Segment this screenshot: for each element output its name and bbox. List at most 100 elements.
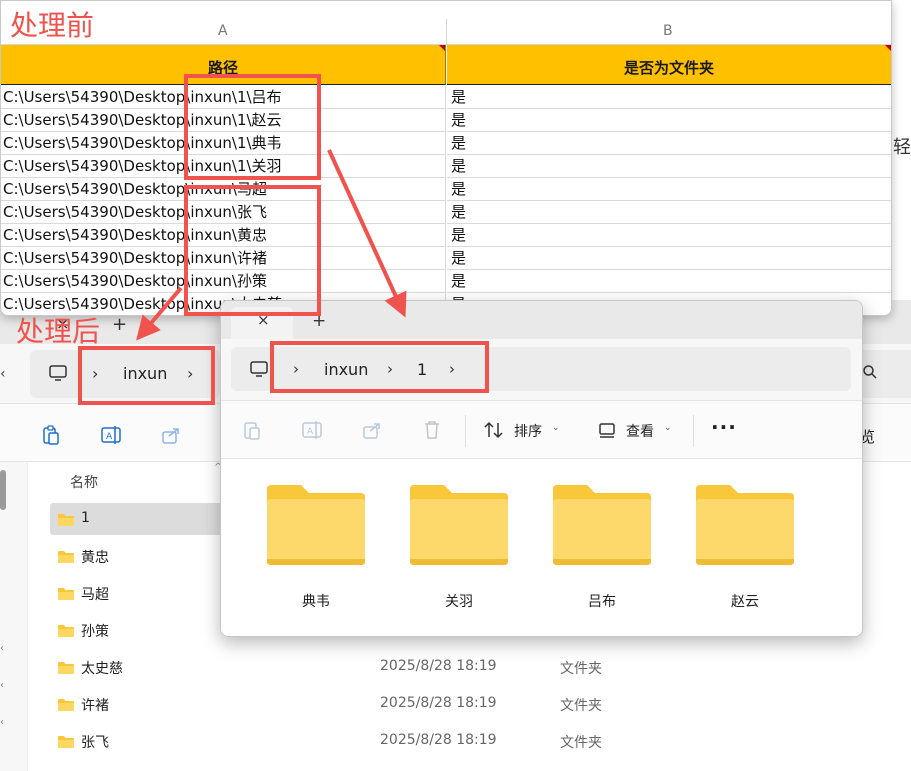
monitor-icon[interactable]: [249, 359, 269, 383]
view-button-label[interactable]: 查看: [626, 421, 654, 441]
cell-is-folder[interactable]: 是: [447, 86, 891, 109]
folder-icon: [57, 512, 75, 531]
delete-icon[interactable]: [421, 419, 443, 445]
bg-file-name: 黄忠: [81, 550, 109, 566]
folder-tile[interactable]: 典韦: [261, 459, 371, 610]
before-label: 处理前: [10, 9, 95, 42]
cell-is-folder[interactable]: 是: [447, 201, 891, 224]
folder-icon: [57, 549, 75, 568]
folder-name: 吕布: [588, 594, 616, 610]
folder-name: 典韦: [302, 594, 330, 610]
cell-path[interactable]: C:\Users\54390\Desktop\inxun\1\吕布: [1, 86, 446, 109]
view-icon[interactable]: [596, 419, 618, 445]
folder-tile[interactable]: 吕布: [547, 459, 657, 610]
front-explorer-window: × + › inxun › 1 › A 排序 ⌄ 查看 ⌄ ··· 典韦 关羽 …: [220, 300, 863, 637]
copy-icon[interactable]: [241, 419, 263, 445]
column-header-name[interactable]: 名称: [70, 472, 98, 492]
front-breadcrumb-item-inxun[interactable]: inxun: [324, 360, 368, 379]
cell-path[interactable]: C:\Users\54390\Desktop\inxun\许褚: [1, 247, 446, 270]
cell-path[interactable]: C:\Users\54390\Desktop\inxun\1\典韦: [1, 132, 446, 155]
folder-tile[interactable]: 赵云: [690, 459, 800, 610]
bg-file-date: 2025/8/28 18:19: [380, 658, 497, 674]
cell-path[interactable]: C:\Users\54390\Desktop\inxun\1\关羽: [1, 155, 446, 178]
folder-icon: [57, 697, 75, 716]
cell-is-folder[interactable]: 是: [447, 178, 891, 201]
bg-file-type: 文件夹: [560, 735, 602, 751]
chevron-left-icon[interactable]: ‹: [0, 643, 4, 654]
folder-tile[interactable]: 关羽: [404, 459, 514, 610]
cell-path[interactable]: C:\Users\54390\Desktop\inxun\黄忠: [1, 224, 446, 247]
svg-text:A: A: [106, 432, 113, 442]
chevron-right-icon[interactable]: ›: [387, 360, 393, 378]
front-tab-close-button[interactable]: ×: [257, 311, 270, 329]
cell-path[interactable]: C:\Users\54390\Desktop\inxun\张飞: [1, 201, 446, 224]
bg-file-type: 文件夹: [560, 698, 602, 714]
more-options-button[interactable]: ···: [711, 415, 737, 439]
chevron-down-icon[interactable]: ⌄: [552, 423, 560, 433]
monitor-icon[interactable]: [48, 363, 68, 387]
chevron-left-icon[interactable]: ‹: [0, 717, 4, 728]
chevron-right-icon[interactable]: ›: [187, 364, 193, 383]
front-breadcrumb-item-1[interactable]: 1: [417, 360, 427, 379]
cell-is-folder[interactable]: 是: [447, 109, 891, 132]
rename-icon[interactable]: A: [100, 424, 122, 450]
cell-is-folder[interactable]: 是: [447, 155, 891, 178]
bg-new-tab-button[interactable]: +: [112, 314, 127, 335]
column-letter-a[interactable]: A: [218, 23, 228, 39]
chevron-right-icon[interactable]: ›: [293, 360, 299, 378]
chevron-down-icon[interactable]: ⌄: [664, 423, 672, 433]
column-letter-bar: A B: [1, 1, 891, 45]
share-icon[interactable]: [361, 419, 383, 445]
folder-icon: [57, 586, 75, 605]
sort-button-label[interactable]: 排序: [514, 421, 542, 441]
bg-breadcrumb-item-inxun[interactable]: inxun: [123, 364, 167, 383]
spreadsheet-window: A B 路径 是否为文件夹 C:\Users\54390\Desktop\inx…: [0, 0, 892, 316]
cell-is-folder[interactable]: 是: [447, 270, 891, 293]
bg-file-row[interactable]: 1: [50, 503, 230, 535]
search-icon[interactable]: [862, 364, 878, 384]
copy-icon[interactable]: [40, 424, 62, 450]
bg-nav-back-icon[interactable]: ‹: [0, 366, 6, 382]
comment-marker-icon: [439, 45, 445, 51]
column-divider[interactable]: [446, 19, 447, 45]
front-address-bar-area: › inxun › 1 ›: [221, 339, 862, 401]
comment-marker-icon: [885, 45, 891, 51]
after-label: 处理后: [16, 315, 101, 348]
header-cell-is-folder[interactable]: 是否为文件夹: [447, 45, 891, 85]
bg-file-name: 许褚: [81, 698, 109, 714]
header-text-path: 路径: [207, 59, 238, 77]
front-tab-strip: × +: [221, 301, 862, 339]
cell-path[interactable]: C:\Users\54390\Desktop\inxun\孙策: [1, 270, 446, 293]
cell-path[interactable]: C:\Users\54390\Desktop\inxun\1\赵云: [1, 109, 446, 132]
bg-file-date: 2025/8/28 18:19: [380, 732, 497, 748]
front-command-bar: A 排序 ⌄ 查看 ⌄ ···: [221, 401, 862, 459]
header-text-is-folder: 是否为文件夹: [623, 59, 714, 77]
bg-file-name: 孙策: [81, 624, 109, 640]
front-new-tab-button[interactable]: +: [312, 311, 326, 331]
cell-is-folder[interactable]: 是: [447, 132, 891, 155]
chevron-right-icon[interactable]: ›: [92, 364, 98, 383]
bg-file-date: 2025/8/28 18:19: [380, 695, 497, 711]
folder-grid: 典韦 关羽 吕布 赵云: [221, 459, 862, 636]
cell-is-folder[interactable]: 是: [447, 224, 891, 247]
toolbar-separator: [693, 415, 694, 447]
toolbar-separator: [465, 415, 466, 447]
sort-icon[interactable]: [483, 419, 505, 445]
bg-file-name: 1: [81, 510, 90, 526]
chevron-right-icon[interactable]: ›: [449, 360, 455, 378]
folder-icon: [57, 623, 75, 642]
header-cell-path[interactable]: 路径: [1, 45, 446, 85]
folder-icon: [261, 481, 371, 575]
cell-path[interactable]: C:\Users\54390\Desktop\inxun\马超: [1, 178, 446, 201]
svg-text:A: A: [307, 427, 314, 437]
cell-is-folder[interactable]: 是: [447, 247, 891, 270]
column-letter-b[interactable]: B: [663, 23, 673, 39]
chevron-left-icon[interactable]: ‹: [0, 680, 4, 691]
bg-scrollbar-thumb[interactable]: [0, 470, 6, 510]
rename-icon[interactable]: A: [301, 419, 323, 445]
share-icon[interactable]: [160, 424, 182, 450]
bg-file-name: 马超: [81, 587, 109, 603]
bg-file-name: 张飞: [81, 735, 109, 751]
folder-name: 赵云: [731, 594, 759, 610]
bg-file-type: 文件夹: [560, 661, 602, 677]
